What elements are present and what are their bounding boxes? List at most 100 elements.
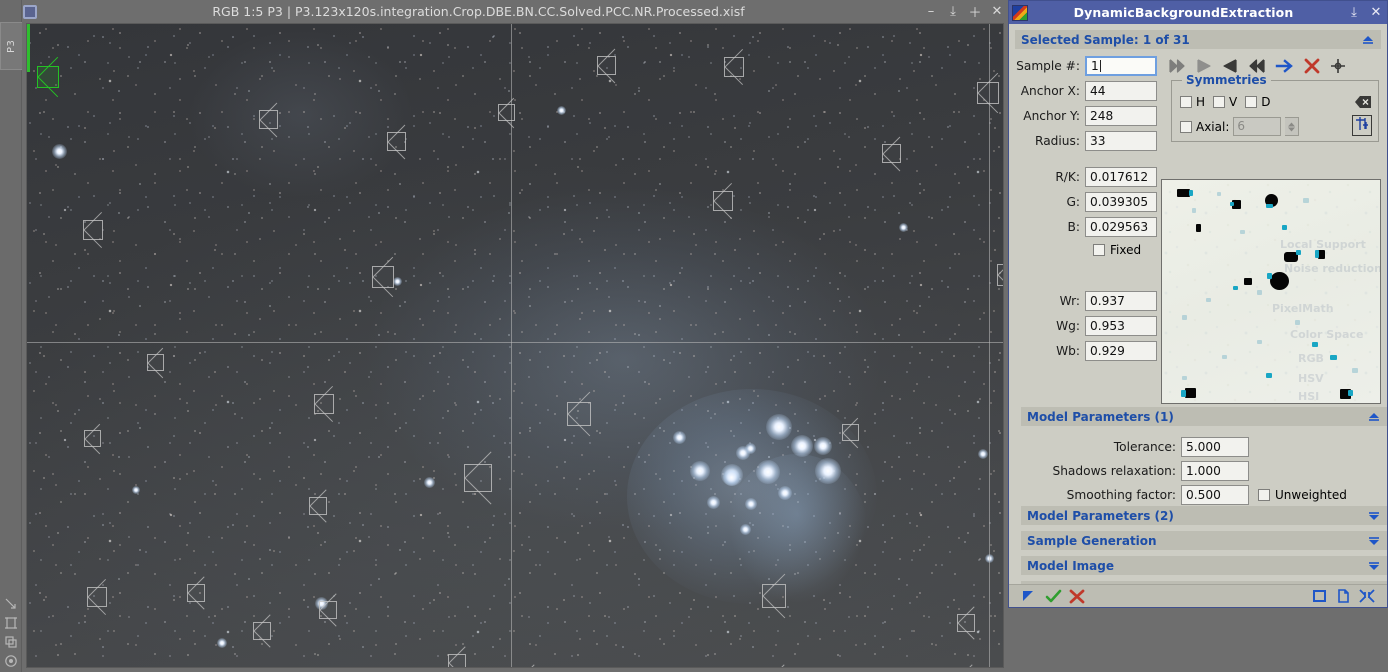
sample-marker[interactable]	[997, 264, 1004, 286]
cancel-button[interactable]	[1065, 586, 1089, 606]
sample-number-input[interactable]: 1	[1085, 56, 1157, 76]
sample-marker[interactable]	[464, 464, 492, 492]
symmetry-d-checkbox[interactable]	[1245, 96, 1257, 108]
sample-number-label: Sample #:	[1009, 59, 1085, 73]
sample-marker[interactable]	[842, 424, 859, 441]
sample-marker[interactable]	[84, 430, 101, 447]
anchor-x-input[interactable]: 44	[1085, 81, 1157, 101]
goto-sample-button[interactable]	[1275, 58, 1295, 74]
row-tolerance: Tolerance: 5.000	[1015, 437, 1381, 457]
image-rollup-button[interactable]: ⤓	[942, 0, 964, 23]
section-header-sample-generation[interactable]: Sample Generation	[1021, 531, 1387, 550]
collapse-button[interactable]	[1355, 586, 1379, 606]
symmetry-h-label: H	[1196, 95, 1205, 109]
sample-marker[interactable]	[448, 654, 466, 668]
resize-icon[interactable]	[4, 597, 18, 611]
dialog-titlebar[interactable]: DynamicBackgroundExtraction ⤓ ✕	[1009, 1, 1387, 24]
symmetry-axial-spinner-arrows[interactable]	[1285, 117, 1299, 136]
sample-marker[interactable]	[957, 614, 975, 632]
sample-marker[interactable]	[567, 402, 591, 426]
pixinsight-logo-icon	[1012, 5, 1028, 21]
sample-marker[interactable]	[187, 584, 205, 602]
anchor-y-input[interactable]: 248	[1085, 106, 1157, 126]
symmetry-axial-label: Axial:	[1196, 120, 1229, 134]
readout-rk-value: 0.017612	[1085, 167, 1157, 187]
sample-marker[interactable]	[314, 394, 334, 414]
symmetry-v-checkbox[interactable]	[1213, 96, 1225, 108]
shadows-relaxation-input[interactable]: 1.000	[1181, 461, 1249, 481]
center-sample-button[interactable]	[1329, 58, 1347, 74]
delete-sample-button[interactable]	[1303, 58, 1321, 74]
sample-preview-pane[interactable]: Local Support Noise reduction Color Spac…	[1161, 179, 1381, 404]
image-maximize-button[interactable]: ＋	[964, 0, 986, 23]
dialog-rollup-button[interactable]: ⤓	[1343, 1, 1365, 24]
unweighted-checkbox[interactable]	[1258, 489, 1270, 501]
section-title-model-parameters-1: Model Parameters (1)	[1027, 410, 1367, 424]
section-header-model-parameters-1[interactable]: Model Parameters (1)	[1021, 407, 1387, 426]
sample-marker[interactable]	[253, 622, 271, 640]
fixed-checkbox[interactable]	[1093, 244, 1105, 256]
symmetry-h-checkbox[interactable]	[1180, 96, 1192, 108]
symmetry-axial-spinner[interactable]: 6	[1233, 117, 1281, 136]
smoothing-factor-input[interactable]: 0.500	[1181, 485, 1249, 505]
sample-marker[interactable]	[977, 82, 999, 104]
chevron-up-icon[interactable]	[1361, 33, 1375, 47]
sample-marker[interactable]	[762, 584, 786, 608]
new-instance-button[interactable]	[1331, 586, 1355, 606]
sample-marker[interactable]	[713, 191, 733, 211]
frame-icon[interactable]	[4, 616, 18, 630]
sample-marker[interactable]	[259, 110, 278, 129]
symmetry-d-label: D	[1261, 95, 1270, 109]
sample-marker[interactable]	[387, 132, 406, 151]
duplicate-icon[interactable]	[4, 635, 18, 649]
guide-line-horizontal	[27, 342, 1004, 343]
last-sample-button[interactable]	[1247, 58, 1267, 74]
section-header-model-image[interactable]: Model Image	[1021, 556, 1387, 575]
erase-symmetries-icon[interactable]	[1354, 95, 1372, 112]
image-minimize-button[interactable]: –	[920, 0, 942, 23]
chevron-down-icon-model-parameters-2[interactable]	[1367, 509, 1381, 523]
readout-g-label: G:	[1009, 195, 1085, 209]
dialog-title: DynamicBackgroundExtraction	[1028, 5, 1343, 20]
view-tab-p3[interactable]: P3	[0, 22, 22, 70]
sample-marker[interactable]	[309, 497, 327, 515]
sample-marker[interactable]	[372, 266, 394, 288]
first-sample-button[interactable]	[1167, 58, 1187, 74]
next-sample-button[interactable]	[1221, 58, 1239, 74]
view-tab-label: P3	[6, 39, 17, 52]
section-header-selected-sample[interactable]: Selected Sample: 1 of 31	[1015, 30, 1381, 49]
image-canvas[interactable]	[26, 23, 1004, 668]
chevron-down-icon-sample-generation[interactable]	[1367, 534, 1381, 548]
image-window-titlebar[interactable]: RGB 1:5 P3 | P3.123x120s.integration.Cro…	[22, 0, 1008, 23]
previous-sample-button[interactable]	[1195, 58, 1213, 74]
section-header-model-parameters-2[interactable]: Model Parameters (2)	[1021, 506, 1387, 525]
target-icon[interactable]	[4, 654, 18, 668]
chevron-up-icon-model-parameters-1[interactable]	[1367, 410, 1381, 424]
radius-input[interactable]: 33	[1085, 131, 1157, 151]
sample-marker[interactable]	[83, 220, 103, 240]
sample-marker[interactable]	[319, 601, 337, 619]
dialog-footer-toolbar	[1009, 584, 1387, 607]
sample-marker[interactable]	[498, 104, 515, 121]
dynamic-background-extraction-dialog: DynamicBackgroundExtraction ⤓ ✕ Selected…	[1008, 0, 1388, 608]
browse-documentation-button[interactable]	[1307, 586, 1331, 606]
apply-to-view-button[interactable]	[1017, 586, 1041, 606]
apply-symmetries-icon[interactable]	[1352, 115, 1372, 136]
sample-marker[interactable]	[882, 144, 901, 163]
sample-marker[interactable]	[87, 587, 107, 607]
section-title-selected-sample: Selected Sample: 1 of 31	[1021, 33, 1361, 47]
section-title-sample-generation: Sample Generation	[1027, 534, 1367, 548]
dialog-close-button[interactable]: ✕	[1365, 1, 1387, 24]
apply-global-button[interactable]	[1041, 586, 1065, 606]
sample-marker[interactable]	[147, 354, 164, 371]
sample-marker[interactable]	[597, 56, 616, 75]
sample-marker[interactable]	[724, 57, 744, 77]
workspace: P3 RGB 1:5 P3 | P3.123x120s.integration.…	[0, 0, 1388, 672]
sample-navigation-buttons	[1167, 58, 1347, 74]
symmetries-group: Symmetries H V D Axial: 6	[1171, 80, 1379, 142]
chevron-down-icon-model-image[interactable]	[1367, 559, 1381, 573]
image-close-button[interactable]: ✕	[986, 0, 1008, 23]
tolerance-input[interactable]: 5.000	[1181, 437, 1249, 457]
sample-marker[interactable]	[37, 66, 59, 88]
symmetry-axial-checkbox[interactable]	[1180, 121, 1192, 133]
